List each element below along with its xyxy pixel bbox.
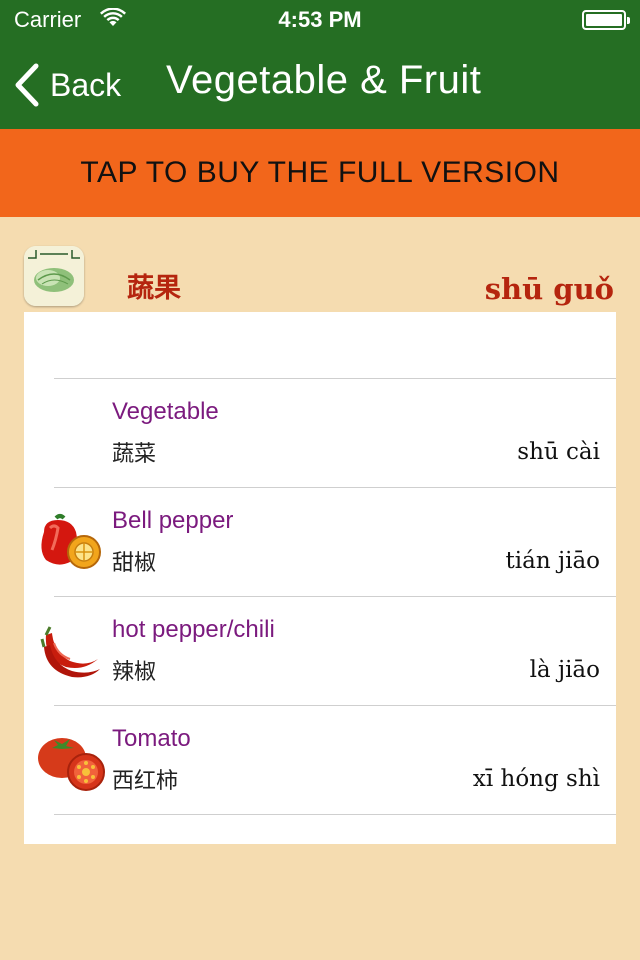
category-chinese: 蔬果 [127, 273, 181, 303]
item-chinese: 西红柿 [112, 768, 179, 793]
status-bar: Carrier 4:53 PM [0, 0, 640, 40]
divider [54, 814, 616, 815]
chili-pepper-icon [36, 619, 108, 691]
cabbage-icon [24, 246, 84, 306]
item-pinyin: là jiāo [529, 657, 600, 683]
bell-pepper-icon [36, 510, 108, 582]
back-button[interactable]: Back [14, 60, 121, 110]
item-english: Tomato [112, 725, 191, 752]
item-pinyin: shū cài [517, 439, 600, 465]
back-label: Back [50, 66, 122, 103]
item-english: Vegetable [112, 398, 219, 425]
list-item-bell-pepper[interactable]: Bell pepper 甜椒 tián jiāo [24, 488, 616, 597]
page-title: Vegetable & Fruit [166, 58, 482, 102]
battery-icon [582, 10, 630, 30]
tomato-icon [36, 728, 108, 800]
buy-full-version-button[interactable]: TAP TO BUY THE FULL VERSION [0, 129, 640, 217]
item-chinese: 辣椒 [112, 659, 157, 684]
chevron-left-icon [15, 63, 39, 107]
clock: 4:53 PM [278, 7, 362, 32]
item-pinyin: tián jiāo [505, 548, 600, 574]
list-item-hot-pepper[interactable]: hot pepper/chili 辣椒 là jiāo [24, 597, 616, 706]
vocabulary-list[interactable]: Vegetable 蔬菜 shū cài Bell pepper 甜椒 tián… [24, 312, 616, 844]
item-english: hot pepper/chili [112, 616, 275, 643]
navigation-bar: Carrier 4:53 PM Back Vegetable & Fruit [0, 0, 640, 129]
list-item-tomato[interactable]: Tomato 西红柿 xī hóng shì [24, 706, 616, 815]
item-chinese: 蔬菜 [112, 441, 157, 466]
item-pinyin: xī hóng shì [472, 766, 600, 792]
item-english: Bell pepper [112, 507, 234, 534]
category-pinyin: shū guǒ [484, 272, 614, 306]
item-chinese: 甜椒 [112, 550, 157, 575]
list-item-vegetable[interactable]: Vegetable 蔬菜 shū cài [24, 379, 616, 488]
